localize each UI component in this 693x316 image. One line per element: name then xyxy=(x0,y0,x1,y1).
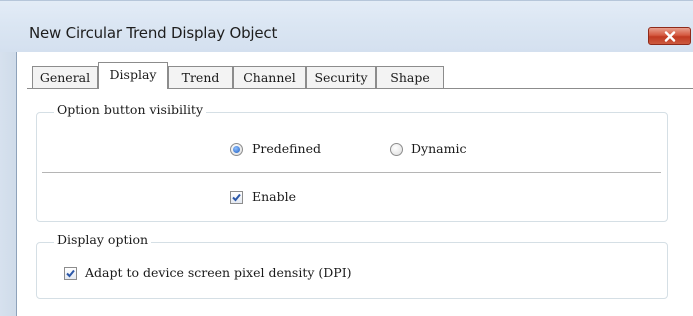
tab-general[interactable]: General xyxy=(32,66,98,88)
predefined-label[interactable]: Predefined xyxy=(252,141,321,156)
checkmark-icon xyxy=(232,193,241,202)
tab-display[interactable]: Display xyxy=(98,62,168,89)
close-icon xyxy=(664,30,675,42)
enable-label[interactable]: Enable xyxy=(252,189,296,204)
checkmark-icon xyxy=(66,269,75,278)
display-option-legend: Display option xyxy=(54,232,152,247)
window-frame-left xyxy=(0,52,17,316)
tab-trend[interactable]: Trend xyxy=(168,66,233,88)
tab-channel[interactable]: Channel xyxy=(233,66,306,88)
enable-checkbox[interactable] xyxy=(230,191,243,204)
option-button-visibility-group xyxy=(36,112,668,222)
radio-selected-dot xyxy=(233,146,240,153)
dpi-label[interactable]: Adapt to device screen pixel density (DP… xyxy=(85,265,352,280)
dynamic-label[interactable]: Dynamic xyxy=(411,141,466,156)
predefined-radio[interactable] xyxy=(230,143,243,156)
close-button[interactable] xyxy=(648,27,691,45)
option-button-visibility-legend: Option button visibility xyxy=(54,102,207,117)
tab-security[interactable]: Security xyxy=(306,66,376,88)
window-title: New Circular Trend Display Object xyxy=(29,24,278,42)
tab-shape[interactable]: Shape xyxy=(376,66,444,88)
group-separator xyxy=(42,172,661,173)
dpi-checkbox[interactable] xyxy=(64,267,77,280)
dialog-window: New Circular Trend Display Object Genera… xyxy=(0,0,693,316)
dynamic-radio[interactable] xyxy=(390,143,403,156)
title-bar[interactable]: New Circular Trend Display Object xyxy=(0,0,693,52)
